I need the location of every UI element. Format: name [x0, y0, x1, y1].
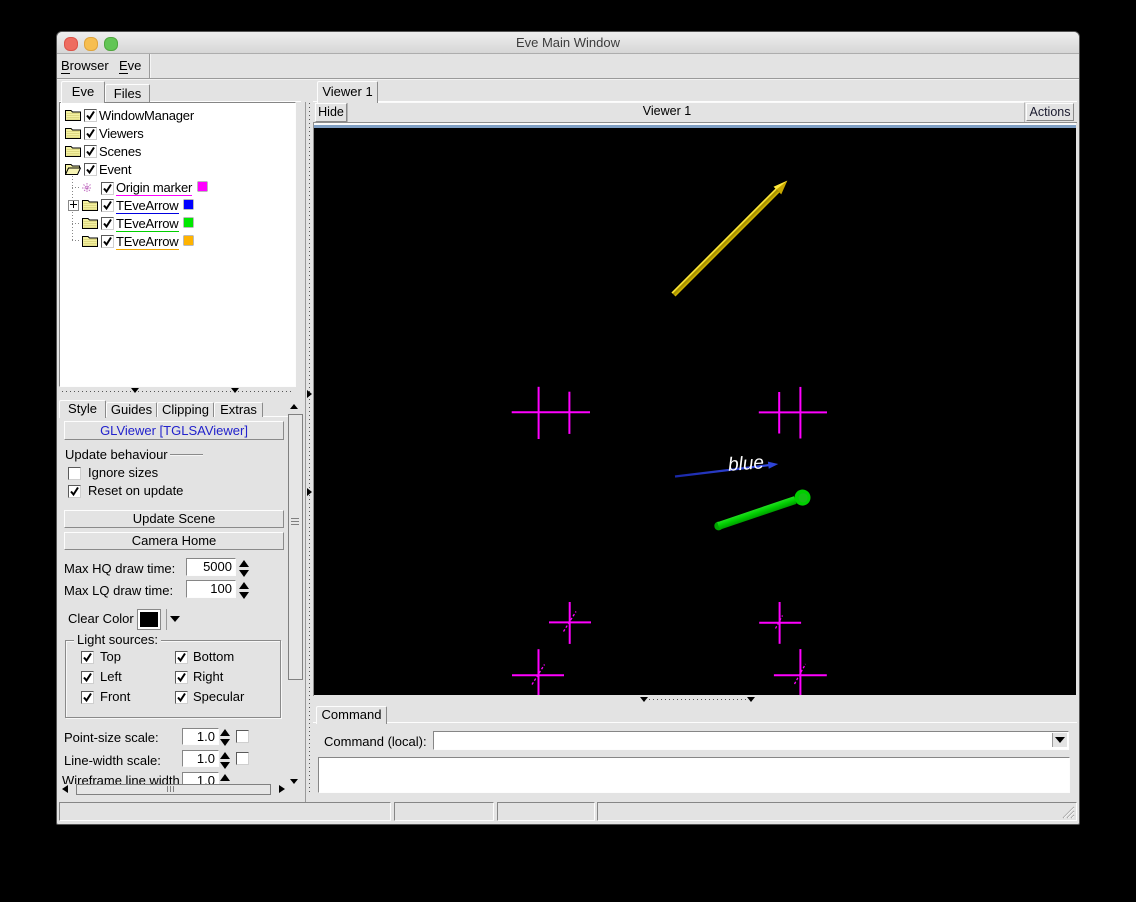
svg-text:blue: blue	[727, 452, 764, 475]
